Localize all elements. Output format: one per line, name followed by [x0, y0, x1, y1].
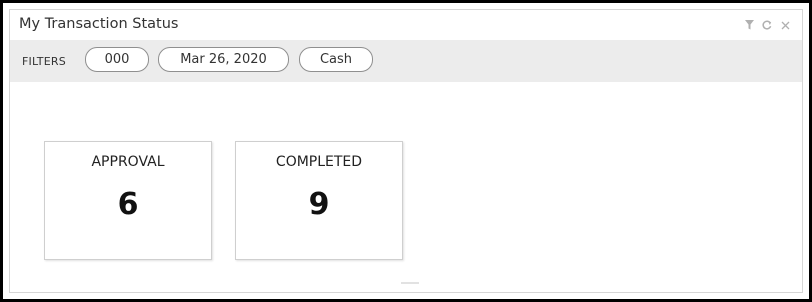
transaction-status-widget: My Transaction Status FILTERS 000 Mar 26… [9, 9, 803, 293]
widget-header-actions [744, 19, 790, 31]
card-value-approval: 6 [117, 187, 139, 222]
refresh-icon[interactable] [762, 19, 772, 31]
filter-chip-date[interactable]: Mar 26, 2020 [158, 47, 289, 72]
widget-header: My Transaction Status [10, 10, 802, 40]
card-label-completed: COMPLETED [275, 154, 363, 170]
card-label-approval: APPROVAL [91, 154, 165, 170]
filter-chip-code[interactable]: 000 [85, 47, 149, 72]
close-icon[interactable] [780, 19, 790, 31]
screenshot-frame: My Transaction Status FILTERS 000 Mar 26… [0, 0, 812, 302]
completed-status-card[interactable]: COMPLETED 9 [235, 141, 403, 260]
filter-icon[interactable] [744, 19, 754, 31]
filters-label: FILTERS [22, 55, 66, 68]
filter-chip-payment-type[interactable]: Cash [299, 47, 373, 72]
resize-handle[interactable] [401, 282, 419, 284]
approval-status-card[interactable]: APPROVAL 6 [44, 141, 212, 260]
widget-title: My Transaction Status [19, 16, 179, 32]
filter-bar: FILTERS 000 Mar 26, 2020 Cash [10, 40, 802, 82]
card-value-completed: 9 [308, 187, 330, 222]
